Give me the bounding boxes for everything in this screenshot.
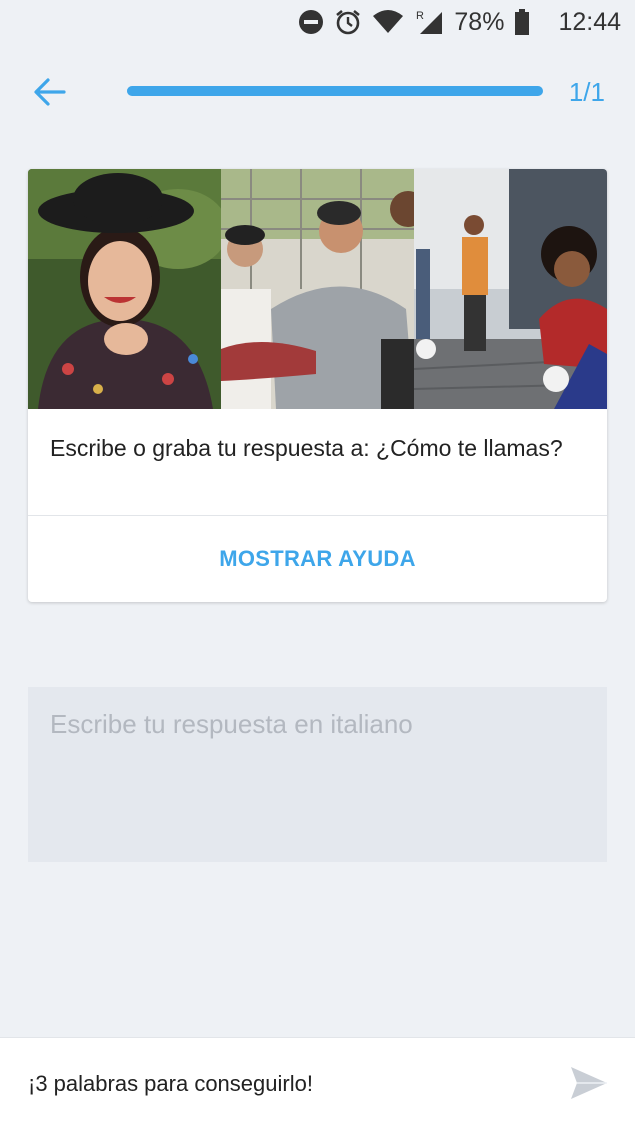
photo-street-football <box>414 169 607 409</box>
arrow-left-icon <box>34 78 66 106</box>
battery-percent: 78% <box>454 7 505 36</box>
signal-roaming-icon: R <box>414 8 444 36</box>
alarm-icon <box>334 8 362 36</box>
show-help-button[interactable]: MOSTRAR AYUDA <box>28 516 607 602</box>
photo-portrait-woman <box>28 169 221 409</box>
bottom-bar: ¡3 palabras para conseguirlo! <box>0 1037 635 1129</box>
question-card: Escribe o graba tu respuesta a: ¿Cómo te… <box>28 169 607 602</box>
svg-text:R: R <box>416 10 424 22</box>
words-remaining-hint: ¡3 palabras para conseguirlo! <box>28 1071 313 1096</box>
do-not-disturb-icon <box>298 9 324 35</box>
back-button[interactable] <box>30 74 70 110</box>
send-icon <box>571 1067 607 1099</box>
top-bar: 1/1 <box>0 64 635 120</box>
status-icons: R 78% 12:44 <box>298 6 621 38</box>
progress-count: 1/1 <box>568 77 605 107</box>
question-prompt: Escribe o graba tu respuesta a: ¿Cómo te… <box>28 409 607 516</box>
progress-bar <box>127 86 543 96</box>
status-bar: R 78% 12:44 <box>0 0 635 44</box>
progress-fill <box>127 86 543 96</box>
wifi-icon <box>372 9 404 35</box>
send-button[interactable] <box>569 1065 609 1101</box>
photo-friends-group <box>221 169 414 409</box>
battery-icon <box>514 9 530 35</box>
answer-input[interactable] <box>28 687 607 862</box>
clock: 12:44 <box>558 7 621 36</box>
photo-strip <box>28 169 607 409</box>
